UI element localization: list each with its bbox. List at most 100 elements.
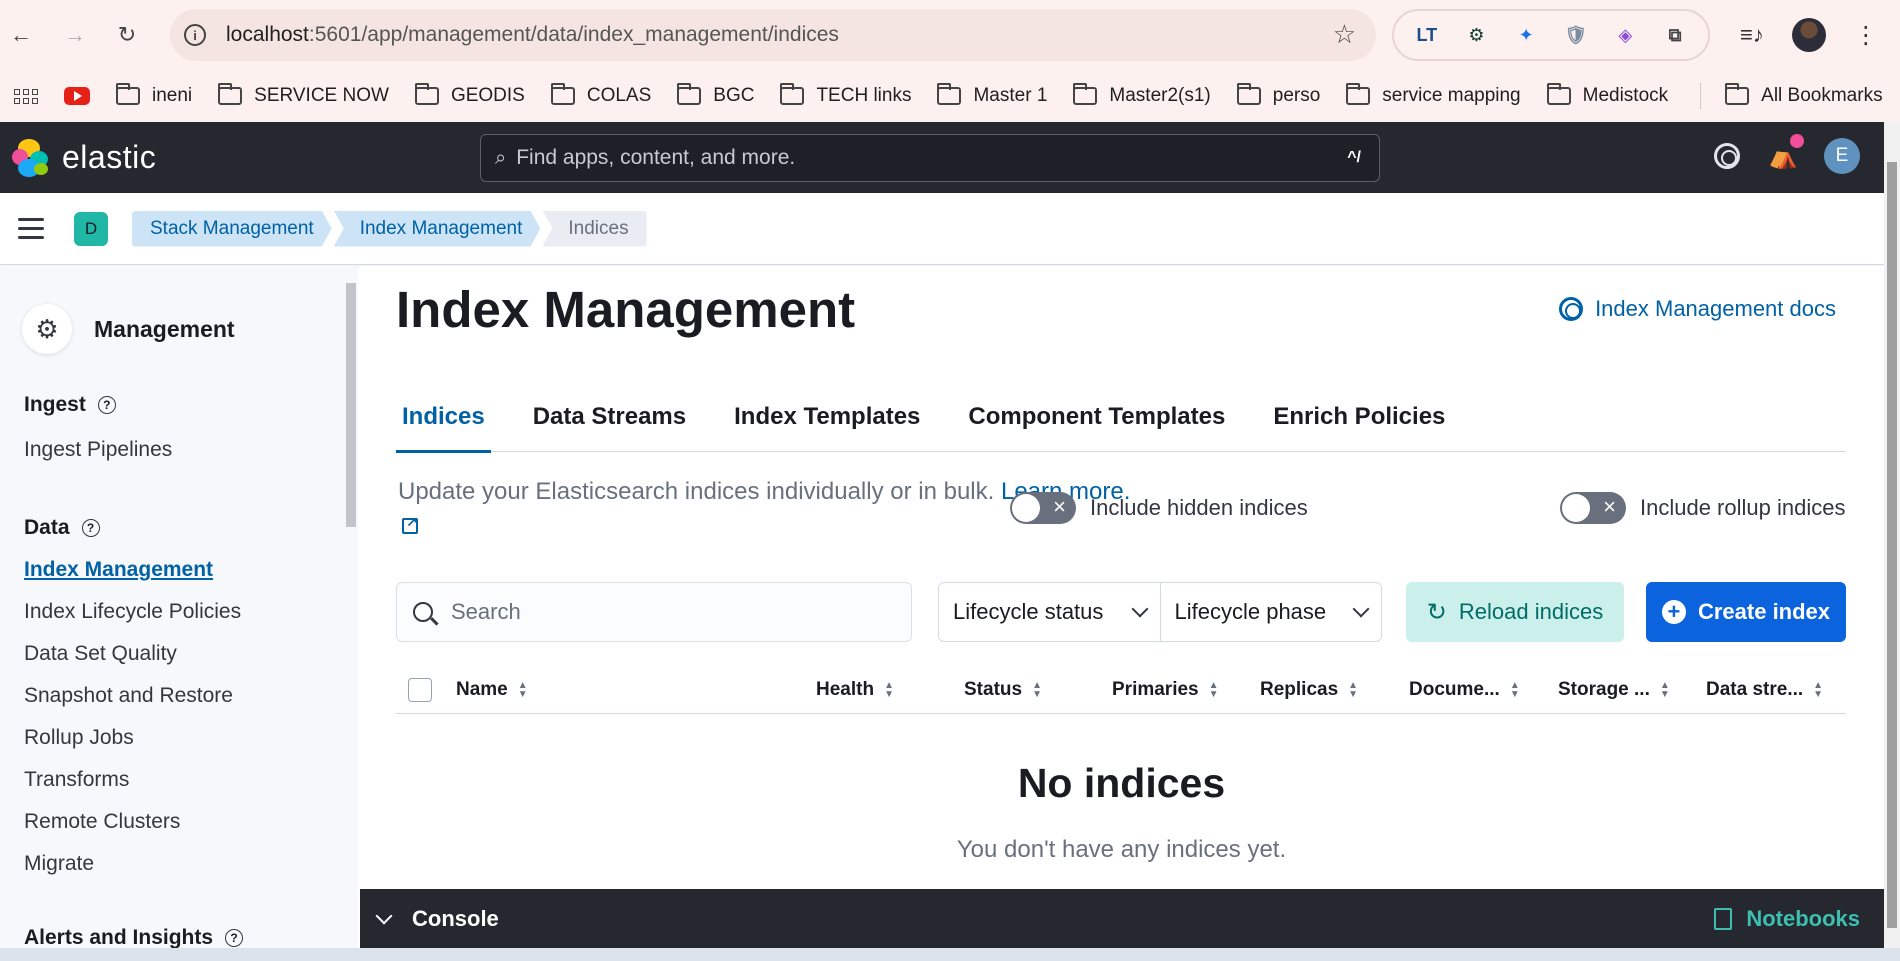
- bookmark-folder[interactable]: GEODIS: [414, 83, 525, 107]
- column-status[interactable]: Status ▲ ▼: [964, 679, 1042, 701]
- sidebar-item-rollup-jobs[interactable]: Rollup Jobs: [24, 726, 134, 750]
- sort-icon: ▲ ▼: [1208, 679, 1219, 700]
- question-icon[interactable]: ?: [97, 396, 116, 414]
- tab-indices[interactable]: Indices: [396, 382, 491, 453]
- reload-icon[interactable]: ↻: [112, 20, 142, 50]
- bookmark-folder[interactable]: COLAS: [550, 83, 651, 107]
- bookmark-folder[interactable]: Master 1: [937, 83, 1047, 107]
- sort-icon: ▲ ▼: [517, 679, 528, 700]
- column-label: Status: [964, 678, 1023, 700]
- bookmark-folder[interactable]: SERVICE NOW: [218, 83, 389, 107]
- tab-component-templates[interactable]: Component Templates: [962, 382, 1231, 452]
- question-icon[interactable]: ?: [81, 519, 100, 537]
- reload-indices-button[interactable]: ↻ Reload indices: [1406, 582, 1624, 642]
- hidden-indices-toggle[interactable]: × Include hidden indices: [1010, 492, 1308, 524]
- extensions-menu-icon[interactable]: ⧉: [1661, 21, 1689, 49]
- notification-dot: [1790, 134, 1804, 148]
- menu-hamburger-icon[interactable]: [18, 218, 44, 239]
- search-input[interactable]: [451, 599, 891, 625]
- newsfeed-icon[interactable]: ⛺: [1768, 134, 1804, 170]
- lt-extension-icon[interactable]: LT: [1413, 21, 1441, 49]
- chevron-down-icon[interactable]: [375, 907, 393, 924]
- bookmark-label: ineni: [152, 85, 193, 106]
- elastic-logo[interactable]: elastic: [12, 138, 156, 177]
- select-all-checkbox[interactable]: [408, 677, 432, 702]
- bookmark-folder[interactable]: TECH links: [780, 83, 911, 107]
- media-playlist-icon[interactable]: ≡♪: [1740, 22, 1764, 48]
- youtube-icon[interactable]: [64, 87, 90, 105]
- bookmark-folder[interactable]: perso: [1236, 83, 1320, 107]
- sort-icon: ▲ ▼: [1813, 679, 1824, 700]
- sidebar-item-index-management[interactable]: Index Management: [24, 558, 213, 582]
- lifecycle-status-filter[interactable]: Lifecycle status: [939, 583, 1160, 641]
- help-icon[interactable]: [1714, 143, 1740, 169]
- external-link-icon[interactable]: [402, 514, 418, 534]
- column-health[interactable]: Health ▲ ▼: [816, 679, 894, 701]
- bookmark-folder[interactable]: service mapping: [1346, 83, 1521, 107]
- help-ring-icon: [1559, 297, 1584, 321]
- page-scrollbar[interactable]: [1884, 122, 1900, 948]
- bookmark-folder[interactable]: Master2(s1): [1073, 83, 1211, 107]
- tab-enrich-policies[interactable]: Enrich Policies: [1267, 382, 1451, 452]
- bookmark-folder[interactable]: BGC: [677, 83, 754, 107]
- column-replicas[interactable]: Replicas ▲ ▼: [1260, 679, 1358, 701]
- toggle-switch[interactable]: ×: [1010, 492, 1076, 524]
- sidebar-item-ingest-pipelines[interactable]: Ingest Pipelines: [24, 438, 172, 462]
- rollup-indices-toggle[interactable]: × Include rollup indices: [1560, 492, 1845, 524]
- sidebar-item-data-set-quality[interactable]: Data Set Quality: [24, 642, 177, 666]
- sidenav-scrollbar[interactable]: [346, 283, 356, 527]
- bookmark-folder[interactable]: ineni: [116, 83, 193, 107]
- question-icon[interactable]: ?: [225, 929, 244, 947]
- tab-index-templates[interactable]: Index Templates: [728, 382, 926, 452]
- shield-extension-icon[interactable]: 🛡: [1562, 21, 1590, 49]
- kebab-menu-icon[interactable]: ⋮: [1854, 21, 1878, 50]
- sidebar-item-index-lifecycle-policies[interactable]: Index Lifecycle Policies: [24, 600, 241, 624]
- sidebar-item-migrate[interactable]: Migrate: [24, 852, 94, 876]
- site-info-icon[interactable]: i: [184, 24, 206, 46]
- sidebar-group-ingest: Ingest?: [24, 393, 116, 417]
- column-data-stream[interactable]: Data stre... ▲ ▼: [1706, 679, 1823, 701]
- user-avatar[interactable]: E: [1824, 138, 1860, 174]
- url-text: localhost:5601/app/management/data/index…: [226, 23, 839, 47]
- apps-grid-icon[interactable]: [14, 88, 38, 104]
- console-bar[interactable]: Console Notebooks: [360, 889, 1884, 948]
- notebooks-button[interactable]: Notebooks: [1714, 906, 1860, 932]
- column-documents[interactable]: Docume... ▲ ▼: [1409, 679, 1520, 701]
- breadcrumb-stack-management[interactable]: Stack Management: [132, 211, 332, 247]
- lifecycle-phase-filter[interactable]: Lifecycle phase: [1159, 583, 1382, 641]
- bookmark-folder[interactable]: Medistock: [1546, 83, 1668, 107]
- search-shortcut-hint: ^/: [1347, 149, 1361, 166]
- column-storage[interactable]: Storage ... ▲ ▼: [1558, 679, 1670, 701]
- column-name[interactable]: Name ▲ ▼: [456, 679, 528, 701]
- forward-arrow-icon[interactable]: →: [60, 20, 90, 50]
- folder-icon: [937, 83, 962, 105]
- console-label[interactable]: Console: [412, 906, 499, 932]
- create-index-button[interactable]: + Create index: [1646, 582, 1846, 642]
- filter-label: Lifecycle status: [953, 599, 1104, 624]
- sidebar-item-snapshot-and-restore[interactable]: Snapshot and Restore: [24, 684, 233, 708]
- bookmark-label: SERVICE NOW: [254, 85, 389, 106]
- toggle-switch[interactable]: ×: [1560, 492, 1626, 524]
- sidebar-item-transforms[interactable]: Transforms: [24, 768, 129, 792]
- docs-link[interactable]: Index Management docs: [1559, 296, 1836, 322]
- bookmark-star-icon[interactable]: ☆: [1333, 19, 1356, 50]
- filter-label: Lifecycle phase: [1174, 599, 1327, 624]
- puzzle-extension-icon[interactable]: ✦: [1512, 21, 1540, 49]
- gear-extension-icon[interactable]: ⚙: [1462, 21, 1490, 49]
- scrollbar-thumb[interactable]: [1887, 162, 1897, 928]
- all-bookmarks[interactable]: All Bookmarks: [1725, 83, 1883, 107]
- profile-avatar[interactable]: [1791, 18, 1826, 52]
- breadcrumb-index-management[interactable]: Index Management: [334, 211, 541, 247]
- column-primaries[interactable]: Primaries ▲ ▼: [1112, 679, 1219, 701]
- description-text: Update your Elasticsearch indices indivi…: [398, 478, 995, 505]
- address-bar[interactable]: i localhost:5601/app/management/data/ind…: [170, 9, 1376, 61]
- index-search[interactable]: [396, 582, 912, 642]
- search-icon: [413, 602, 433, 622]
- tab-data-streams[interactable]: Data Streams: [527, 382, 692, 452]
- brain-extension-icon[interactable]: ◈: [1611, 21, 1639, 49]
- back-arrow-icon[interactable]: ←: [6, 20, 36, 50]
- sidebar-item-remote-clusters[interactable]: Remote Clusters: [24, 810, 180, 834]
- space-selector[interactable]: D: [74, 211, 108, 246]
- global-search-input[interactable]: ⌕ Find apps, content, and more. ^/: [480, 134, 1380, 182]
- reload-label: Reload indices: [1458, 599, 1604, 624]
